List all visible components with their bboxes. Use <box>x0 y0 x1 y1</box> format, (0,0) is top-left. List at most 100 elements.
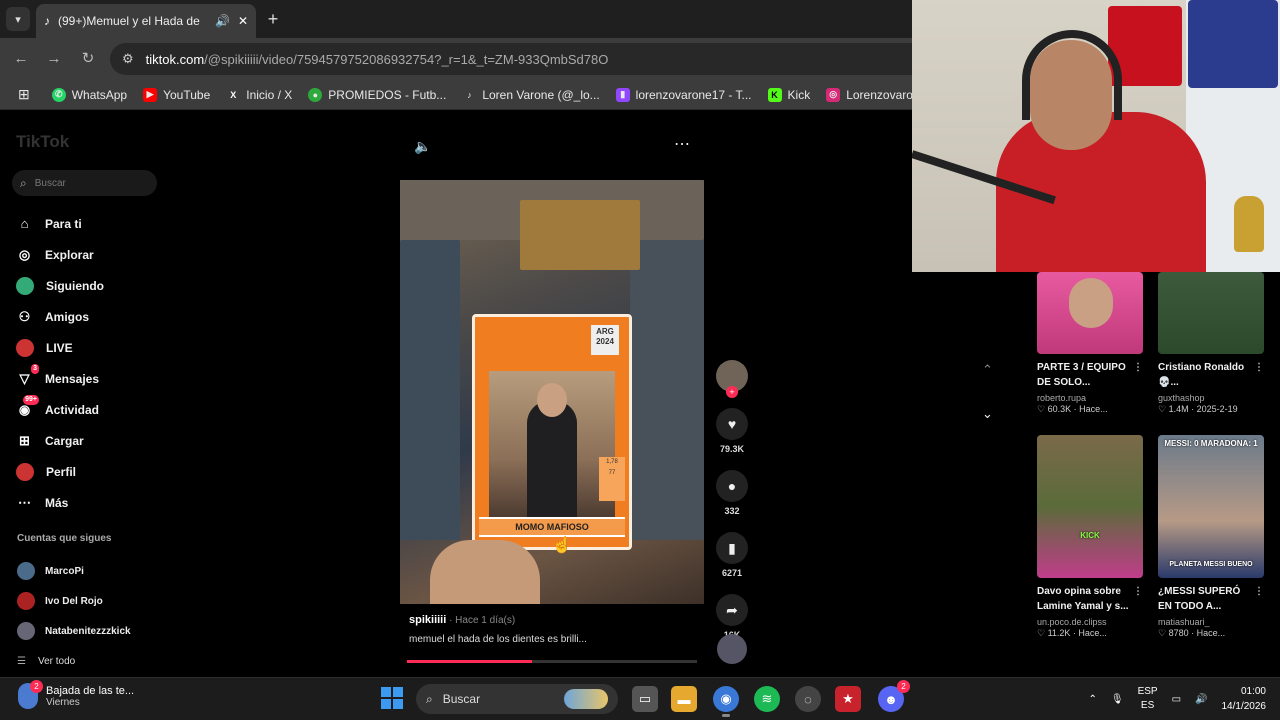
windows-icon <box>381 699 391 709</box>
new-tab-button[interactable]: + <box>262 8 284 30</box>
more-icon[interactable]: ⋮ <box>1133 360 1143 375</box>
nav-mensajes[interactable]: ▽ 3 Mensajes <box>16 363 104 394</box>
upload-icon: ⊞ <box>19 432 30 448</box>
nav-mas[interactable]: ⋯ Más <box>16 487 104 518</box>
save-button[interactable]: ▮ 6271 <box>712 532 752 578</box>
speaker-icon[interactable]: 🔊 <box>215 14 230 28</box>
recommendation-card[interactable]: PARTE 3 / EQUIPO DE SOLO... ⋮ roberto.rup… <box>1037 272 1143 415</box>
music-disc-icon[interactable] <box>717 634 747 664</box>
tiktok-logo[interactable]: TikTok <box>16 132 69 152</box>
following-name: Ivo Del Rojo <box>45 595 103 607</box>
scroll-down-icon[interactable]: ⌄ <box>982 406 993 422</box>
recommendation-card[interactable]: MESSI: 0 MARADONA: 1 PLANETA MESSI BUENO… <box>1158 435 1264 639</box>
more-icon[interactable]: ⋮ <box>1254 360 1264 375</box>
activity-icon: ◉ 99+ <box>18 395 39 417</box>
spotify-icon[interactable]: ≋ <box>754 686 780 712</box>
clock[interactable]: 01:00 14/1/2026 <box>1222 684 1267 714</box>
author-avatar[interactable]: + <box>716 360 748 398</box>
video-progress-bar[interactable] <box>407 660 697 663</box>
comment-icon: ● <box>716 470 748 502</box>
following-name: MarcoPi <box>45 565 84 577</box>
video-background <box>400 240 460 540</box>
comment-button[interactable]: ● 332 <box>712 470 752 516</box>
bookmark-label: lorenzovarone17 - T... <box>635 87 752 102</box>
like-button[interactable]: ♥ 79.3K <box>712 408 752 454</box>
start-button[interactable] <box>381 687 403 709</box>
more-options-icon[interactable]: ⋯ <box>674 134 690 154</box>
recommendation-card[interactable]: Cristiano Ronaldo 💀... ⋮ guxthashop ♡ 1.4… <box>1158 272 1264 415</box>
taskbar-search-label: Buscar <box>442 692 481 706</box>
apps-icon[interactable]: ⊞ <box>10 86 44 103</box>
taskbar-widget[interactable]: 2 Bajada de las te... Viernes <box>18 680 134 709</box>
microphone-icon[interactable]: 🎙 <box>1111 694 1124 705</box>
messages-icon: ▽ 3 <box>19 364 39 386</box>
url-path: /@spikiiiii/video/7594579752086932754?_r… <box>204 51 609 67</box>
volume-icon[interactable]: 🔈 <box>414 138 431 155</box>
nav-cargar[interactable]: ⊞ Cargar <box>16 425 104 456</box>
search-input[interactable]: ⌕ Buscar <box>12 170 157 196</box>
discord-icon[interactable]: ☻ 2 <box>878 680 910 712</box>
clock-date: 14/1/2026 <box>1221 701 1267 712</box>
obs-icon[interactable]: ◌ <box>795 686 821 712</box>
nav-para-ti[interactable]: ⌂ Para ti <box>16 208 104 239</box>
volume-icon[interactable]: 🔊 <box>1195 694 1207 705</box>
recommendation-user: matiashuari_ <box>1158 617 1210 627</box>
bookmark-tiktok[interactable]: ♪ Loren Varone (@_lo... <box>454 88 607 102</box>
thumb-caption: PLANETA MESSI BUENO <box>1169 561 1253 568</box>
nav-siguiendo[interactable]: Siguiendo <box>16 270 104 301</box>
reload-icon[interactable]: ↻ <box>77 48 99 70</box>
avatar <box>17 562 35 580</box>
recommendation-title-text: PARTE 3 / EQUIPO DE SOLO... <box>1037 362 1126 388</box>
search-highlight-image <box>564 689 608 709</box>
following-item[interactable]: Natabenitezzzkick <box>17 616 131 646</box>
more-icon[interactable]: ⋮ <box>1133 584 1143 599</box>
tab-title: (99+)Memuel y el Hada de <box>58 14 200 28</box>
chevron-up-icon[interactable]: ⌃ <box>1088 694 1096 705</box>
file-explorer-icon[interactable]: ▬ <box>671 686 697 712</box>
tab-active[interactable]: ♪ (99+)Memuel y el Hada de 🔊 ✕ <box>36 4 256 38</box>
bookmark-kick[interactable]: K Kick <box>760 87 819 102</box>
nav-explorar[interactable]: ◎ Explorar <box>16 239 104 270</box>
more-icon[interactable]: ⋮ <box>1254 584 1264 599</box>
back-icon[interactable]: ← <box>10 48 32 70</box>
tab-search-button[interactable]: ▾ <box>6 7 30 31</box>
following-name: Natabenitezzzkick <box>45 625 131 637</box>
nav-perfil[interactable]: Perfil <box>16 456 104 487</box>
bookmark-promiedos[interactable]: ● PROMIEDOS - Futb... <box>300 87 454 102</box>
taskbar-search[interactable]: ⌕ Buscar <box>416 684 618 714</box>
forward-icon[interactable]: → <box>43 48 65 70</box>
bookmark-whatsapp[interactable]: ✆ WhatsApp <box>44 87 135 102</box>
nav-amigos[interactable]: ⚇ Amigos <box>16 301 104 332</box>
author-name[interactable]: spikiiiii <box>409 614 446 626</box>
site-info-icon[interactable]: ⚙ <box>122 51 134 67</box>
following-item[interactable]: Ivo Del Rojo <box>17 586 131 616</box>
app-red-icon[interactable]: ★ <box>835 686 861 712</box>
see-all-link[interactable]: ☰ Ver todo <box>17 646 131 676</box>
bookmark-x[interactable]: X Inicio / X <box>218 88 300 102</box>
thumb-text: MESSI: 0 MARADONA: 1 <box>1164 439 1258 448</box>
recommendation-card[interactable]: KICK Davo opina sobre Lamine Yamal y s..… <box>1037 435 1143 639</box>
task-view-icon[interactable]: ▭ <box>632 686 658 712</box>
lang-top: ESP <box>1137 686 1158 697</box>
url-input[interactable]: ⚙ tiktok.com/@spikiiiii/video/7594579752… <box>110 43 930 75</box>
card-name: MOMO MAFIOSO <box>479 517 625 537</box>
webcam-jersey-blue <box>1188 0 1278 88</box>
nav-live[interactable]: LIVE <box>16 332 104 363</box>
bookmark-youtube[interactable]: ▶ YouTube <box>135 87 218 102</box>
bookmark-twitch[interactable]: ▮ lorenzovarone17 - T... <box>608 87 760 102</box>
close-icon[interactable]: ✕ <box>238 14 248 28</box>
nav-actividad[interactable]: ◉ 99+ Actividad <box>16 394 104 425</box>
bookmark-label: Kick <box>787 87 811 102</box>
following-item[interactable]: MarcoPi <box>17 556 131 586</box>
scroll-up-icon[interactable]: ⌃ <box>982 362 993 378</box>
nav-label: Para ti <box>45 216 82 231</box>
language-indicator[interactable]: ESP ES <box>1138 685 1158 713</box>
tiktok-sidebar: TikTok ⌕ Buscar ⌂ Para ti ◎ Explorar Sigui… <box>0 112 200 677</box>
video-description[interactable]: memuel el hada de los dientes es brilli.… <box>409 634 709 645</box>
friends-icon: ⚇ <box>18 308 31 324</box>
main-nav: ⌂ Para ti ◎ Explorar Siguiendo ⚇ Amigos LIV… <box>16 208 104 518</box>
network-icon[interactable]: ▭ <box>1172 694 1181 705</box>
follow-plus-icon[interactable]: + <box>726 386 738 398</box>
chrome-icon[interactable]: ◉ <box>713 686 739 717</box>
save-count: 6271 <box>721 568 743 578</box>
